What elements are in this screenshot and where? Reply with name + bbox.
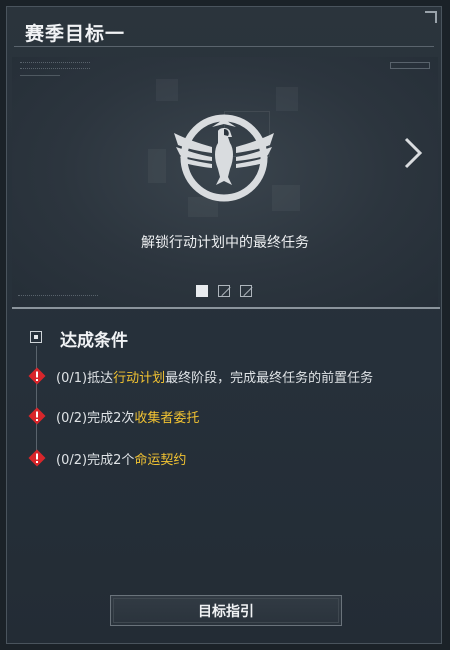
condition-item: (0/1)抵达行动计划最终阶段，完成最终任务的前置任务 [28,366,438,386]
condition-progress: (0/2) [56,453,88,468]
corner-mark [425,11,437,23]
background-square [276,87,298,111]
background-square [156,79,178,101]
condition-item: (0/2)完成2个命运契约 [28,448,438,468]
pager-dot-3[interactable] [240,285,252,297]
condition-section-icon [30,331,42,343]
eagle-emblem-icon [174,114,274,202]
banner-pager [196,285,266,299]
chevron-right-icon[interactable] [398,133,428,173]
condition-progress: (0/1) [56,371,88,386]
condition-highlight: 命运契约 [134,453,187,468]
condition-text: (0/2)完成2次收集者委托 [56,407,199,426]
condition-text: (0/1)抵达行动计划最终阶段，完成最终任务的前置任务 [56,367,373,386]
condition-text-part: 抵达 [87,371,114,386]
condition-text-part: 完成2次 [87,411,135,426]
panel-title: 赛季目标一 [25,23,126,45]
banner-divider [12,307,440,309]
background-square [148,149,166,183]
background-square [272,185,300,211]
warning-icon [28,449,46,467]
goal-banner: 解锁行动计划中的最终任务 [12,57,438,307]
title-divider [14,46,434,47]
goal-guide-button[interactable]: 目标指引 [110,595,342,626]
condition-progress: (0/2) [56,411,88,426]
condition-text-part: 最终阶段，完成最终任务的前置任务 [165,371,374,386]
conditions-timeline [36,346,37,464]
banner-decoration [20,75,60,76]
condition-text-part: 完成2个 [87,453,135,468]
banner-decoration [390,62,430,69]
warning-icon [28,367,46,385]
pager-dot-2[interactable] [218,285,230,297]
condition-text: (0/2)完成2个命运契约 [56,449,186,468]
condition-highlight: 行动计划 [113,371,166,386]
goal-guide-label: 目标指引 [198,603,254,620]
pager-dot-1[interactable] [196,285,208,297]
banner-decoration [20,62,90,69]
banner-decoration [18,295,98,298]
warning-icon [28,407,46,425]
banner-caption: 解锁行动计划中的最终任务 [141,235,309,251]
condition-highlight: 收集者委托 [134,411,200,426]
conditions-title: 达成条件 [60,331,128,351]
condition-item: (0/2)完成2次收集者委托 [28,406,438,426]
